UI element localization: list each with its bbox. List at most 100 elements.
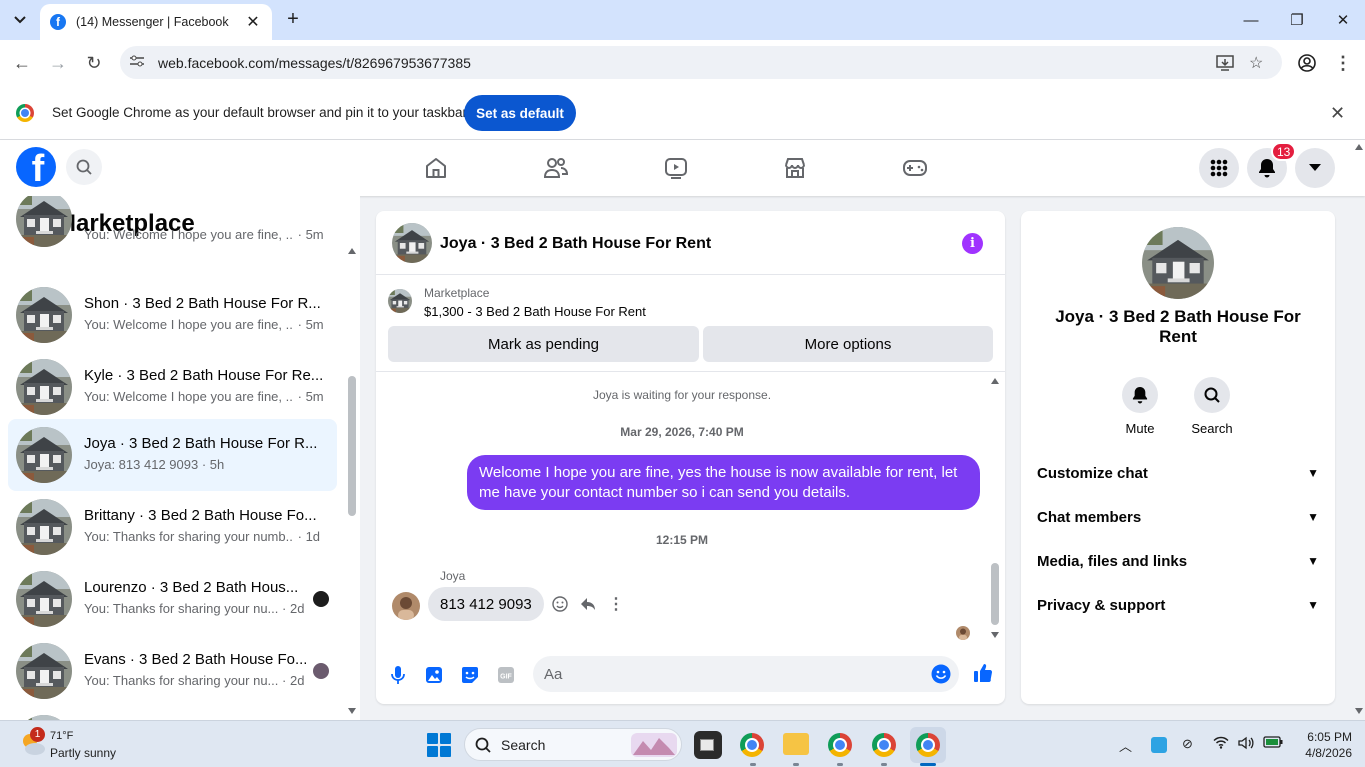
profile-icon[interactable] — [1294, 50, 1320, 76]
incoming-sender: Joya — [440, 569, 466, 583]
sticker-icon[interactable] — [460, 665, 480, 685]
section-chat-members[interactable]: Chat members ▼ — [1037, 505, 1319, 529]
restore-icon[interactable]: ❐ — [1274, 6, 1320, 34]
sender-avatar[interactable] — [392, 592, 420, 620]
facebook-logo-icon[interactable]: f — [16, 147, 56, 187]
chat-avatar[interactable] — [392, 223, 432, 263]
marketplace-listing-card: Marketplace $1,300 - 3 Bed 2 Bath House … — [376, 275, 1005, 372]
section-privacy-support[interactable]: Privacy & support ▼ — [1037, 593, 1319, 617]
address-bar[interactable]: web.facebook.com/messages/t/826967953677… — [120, 46, 1282, 79]
conversation-item[interactable]: Lourenzo · 3 Bed 2 Bath Hous... You: Tha… — [8, 563, 337, 635]
profile-avatar[interactable] — [1142, 227, 1214, 299]
chat-scrollbar[interactable] — [991, 563, 999, 625]
wifi-icon[interactable] — [1213, 736, 1229, 752]
forward-arrow-icon[interactable]: → — [45, 50, 71, 76]
friends-icon[interactable] — [541, 154, 571, 182]
scroll-down-icon[interactable] — [348, 708, 356, 714]
conversation-preview: You: Welcome I hope you are fine, ... · … — [84, 317, 324, 332]
set-as-default-button[interactable]: Set as default — [464, 95, 576, 131]
conversation-item[interactable]: Kyle · 3 Bed 2 Bath House For Re... You:… — [8, 351, 337, 423]
task-view-icon[interactable] — [694, 731, 722, 759]
photo-icon[interactable] — [424, 665, 444, 685]
running-indicator — [750, 763, 756, 766]
scroll-up-icon[interactable] — [991, 378, 999, 384]
gaming-icon[interactable] — [900, 154, 930, 182]
chrome-taskbar-icon[interactable] — [740, 733, 764, 757]
menu-grid-icon[interactable] — [1199, 148, 1239, 188]
site-settings-icon[interactable] — [130, 55, 152, 70]
conversation-item[interactable]: Brittany · 3 Bed 2 Bath House Fo... You:… — [8, 491, 337, 563]
chrome-taskbar-icon[interactable] — [828, 733, 852, 757]
outgoing-message[interactable]: Welcome I hope you are fine, yes the hou… — [467, 455, 980, 510]
facebook-search-icon[interactable] — [66, 149, 102, 185]
weather-desc: Partly sunny — [50, 746, 117, 760]
scroll-up-icon[interactable] — [1355, 144, 1363, 150]
banner-close-icon[interactable]: ✕ — [1330, 103, 1345, 124]
chrome-menu-icon[interactable]: ⋮ — [1330, 50, 1356, 76]
react-smiley-icon[interactable] — [551, 595, 569, 613]
message-input[interactable]: Aa — [533, 656, 959, 692]
like-thumb-icon[interactable] — [973, 663, 993, 683]
gif-icon[interactable]: GIF — [496, 665, 516, 685]
chrome-taskbar-icon-active[interactable] — [916, 733, 940, 757]
bell-icon[interactable] — [1122, 377, 1158, 413]
taskbar-search[interactable]: Search — [464, 728, 682, 761]
conversation-item[interactable]: Shon · 3 Bed 2 Bath House For R... You: … — [8, 279, 337, 351]
marketplace-icon[interactable] — [780, 154, 810, 182]
conversation-preview: You: Thanks for sharing your nu... · 2d — [84, 673, 305, 688]
tab-close-icon[interactable]: ✕ — [244, 12, 262, 32]
chat-title[interactable]: Joya · 3 Bed 2 Bath House For Rent — [440, 235, 711, 253]
house-avatar — [16, 196, 72, 247]
page-scrollbar[interactable] — [1353, 140, 1365, 720]
browser-tabstrip: f (14) Messenger | Facebook ✕ + — ❐ ✕ — [0, 0, 1365, 40]
notification-count-badge: 13 — [1271, 142, 1297, 161]
back-arrow-icon[interactable]: ← — [9, 50, 35, 76]
reload-icon[interactable]: ↻ — [81, 50, 107, 76]
conversation-item[interactable] — [8, 707, 337, 720]
video-icon[interactable] — [661, 154, 691, 182]
new-tab-plus-icon[interactable]: + — [282, 8, 304, 30]
scroll-down-icon[interactable] — [991, 632, 999, 638]
tab-title: (14) Messenger | Facebook — [76, 15, 229, 29]
info-icon[interactable]: i — [962, 233, 983, 254]
more-actions-icon[interactable]: ⋮ — [607, 595, 625, 613]
listing-label: Marketplace — [424, 286, 490, 300]
scroll-down-icon[interactable] — [1355, 708, 1363, 714]
conversation-item-active[interactable]: Joya · 3 Bed 2 Bath House For R... Joya:… — [8, 419, 337, 491]
mute-action[interactable]: Mute — [1110, 377, 1170, 436]
battery-icon[interactable] — [1263, 736, 1283, 751]
home-icon[interactable] — [421, 154, 451, 182]
emoji-icon[interactable] — [931, 664, 951, 684]
security-shield-icon[interactable] — [1151, 737, 1167, 753]
tray-chevron-up-icon[interactable]: ︿ — [1119, 736, 1132, 755]
bookmark-star-icon[interactable]: ☆ — [1249, 46, 1263, 79]
chrome-taskbar-icon[interactable] — [872, 733, 896, 757]
minimize-icon[interactable]: — — [1228, 6, 1274, 34]
listing-thumbnail[interactable] — [388, 289, 412, 313]
windows-start-icon[interactable] — [427, 733, 451, 757]
browser-tab-messenger[interactable]: f (14) Messenger | Facebook ✕ — [40, 4, 272, 40]
conversation-name: Kyle · 3 Bed 2 Bath House For Re... — [84, 367, 322, 384]
incoming-message[interactable]: 813 412 9093 — [428, 587, 544, 621]
window-close-icon[interactable]: ✕ — [1320, 6, 1365, 34]
conversation-item[interactable]: You: Welcome I hope you are fine, ... · … — [8, 196, 337, 255]
listing-price[interactable]: $1,300 - 3 Bed 2 Bath House For Rent — [424, 304, 646, 319]
file-explorer-icon[interactable] — [783, 733, 809, 755]
search-icon[interactable] — [1194, 377, 1230, 413]
sidebar-scrollbar[interactable] — [348, 376, 356, 516]
section-customize-chat[interactable]: Customize chat ▼ — [1037, 461, 1319, 485]
mark-as-pending-button[interactable]: Mark as pending — [388, 326, 699, 362]
conversation-item[interactable]: Evans · 3 Bed 2 Bath House Fo... You: Th… — [8, 635, 337, 707]
system-clock[interactable]: 6:05 PM 4/8/2026 — [1290, 729, 1352, 761]
section-media-files-links[interactable]: Media, files and links ▼ — [1037, 549, 1319, 573]
network-off-icon[interactable]: ⊘ — [1182, 736, 1193, 752]
reply-icon[interactable] — [579, 595, 597, 613]
volume-icon[interactable] — [1238, 736, 1254, 753]
install-app-icon[interactable] — [1216, 46, 1234, 79]
scroll-up-icon[interactable] — [348, 248, 356, 254]
search-action[interactable]: Search — [1182, 377, 1242, 436]
tab-search-chevron-icon[interactable] — [8, 8, 32, 32]
account-caret-icon[interactable] — [1295, 148, 1335, 188]
microphone-icon[interactable] — [388, 665, 408, 685]
more-options-button[interactable]: More options — [703, 326, 993, 362]
